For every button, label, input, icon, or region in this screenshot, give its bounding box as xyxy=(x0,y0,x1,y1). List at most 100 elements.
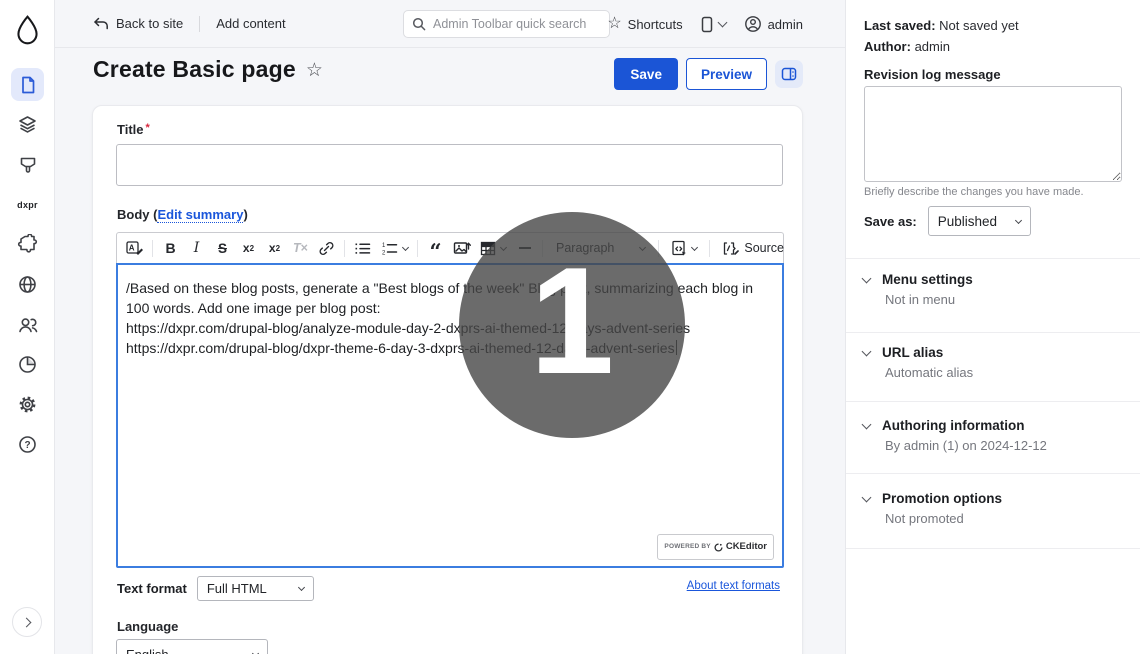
sidebar-item-content[interactable] xyxy=(11,68,44,101)
body-text-line: https://dxpr.com/drupal-blog/dxpr-theme-… xyxy=(126,338,774,358)
search-input[interactable] xyxy=(433,17,601,31)
panel-divider xyxy=(846,401,1140,402)
back-to-site-link[interactable]: Back to site xyxy=(93,16,183,31)
ckeditor-editable-area[interactable]: /Based on these blog posts, generate a "… xyxy=(116,263,784,568)
bulleted-list-icon[interactable] xyxy=(350,236,375,261)
table-icon[interactable] xyxy=(475,236,511,261)
section-url-alias[interactable]: URL alias xyxy=(863,345,943,360)
save-as-value: Published xyxy=(938,214,997,229)
sidebar-item-appearance[interactable] xyxy=(11,148,44,181)
gear-icon xyxy=(17,394,38,415)
chevron-down-icon xyxy=(252,649,259,654)
revision-log-textarea[interactable] xyxy=(864,86,1122,182)
chevron-down-icon xyxy=(691,243,698,250)
paintbrush-icon xyxy=(18,155,38,175)
user-name-label: admin xyxy=(768,17,803,32)
title-field-label: Title* xyxy=(117,122,150,137)
panel-divider xyxy=(846,473,1140,474)
bold-icon[interactable]: B xyxy=(158,236,183,261)
source-button[interactable]: Source xyxy=(715,236,791,261)
dxpr-logo: dxpr xyxy=(17,195,38,215)
image-upload-icon[interactable] xyxy=(449,236,474,261)
sidebar-item-dxpr[interactable]: dxpr xyxy=(11,188,44,221)
sidebar-item-help[interactable]: ? xyxy=(11,428,44,461)
sidebar-item-reports[interactable] xyxy=(11,348,44,381)
body-text-line: 100 words. Add one image per blog post: xyxy=(126,298,774,318)
source-code-icon xyxy=(722,241,739,256)
save-as-label: Save as: xyxy=(864,214,917,229)
sidebar-item-globe[interactable] xyxy=(11,268,44,301)
toolbar-separator xyxy=(658,240,659,257)
text-format-value: Full HTML xyxy=(207,581,267,596)
section-authoring-information[interactable]: Authoring information xyxy=(863,418,1024,433)
last-saved-line: Last saved: Not saved yet xyxy=(864,18,1019,33)
sidebar-item-configuration[interactable] xyxy=(11,388,44,421)
pie-chart-icon xyxy=(17,354,38,375)
bookmark-star-icon[interactable]: ☆ xyxy=(306,61,323,80)
sidebar-toggle-button[interactable] xyxy=(775,60,803,88)
ckeditor-toolbar: A B I S x2 x2 T× xyxy=(116,232,784,263)
toolbar-right-cluster: ☆ Shortcuts admin xyxy=(607,0,803,48)
device-preview-button[interactable] xyxy=(701,16,726,33)
main-column: Back to site Add content ☆ Shortcuts xyxy=(55,0,845,654)
about-text-formats-link[interactable]: About text formats xyxy=(687,580,780,592)
admin-toolbar: Back to site Add content ☆ Shortcuts xyxy=(55,0,845,48)
chevron-down-icon xyxy=(1015,216,1022,223)
template-icon[interactable] xyxy=(664,236,704,261)
section-authoring-information-summary: By admin (1) on 2024-12-12 xyxy=(885,438,1047,453)
powered-by-label: POWERED BY xyxy=(664,537,710,557)
action-buttons: Save Preview xyxy=(614,58,803,90)
section-promotion-options[interactable]: Promotion options xyxy=(863,491,1002,506)
strikethrough-icon[interactable]: S xyxy=(210,236,235,261)
horizontal-line-icon[interactable] xyxy=(512,236,537,261)
sidebar-item-structure[interactable] xyxy=(11,108,44,141)
subscript-icon[interactable]: x2 xyxy=(262,236,287,261)
add-content-link[interactable]: Add content xyxy=(216,16,285,31)
shortcuts-button[interactable]: ☆ Shortcuts xyxy=(607,16,682,32)
ai-writer-icon[interactable]: A xyxy=(122,236,147,261)
node-form-card: Title* Body (Edit summary) A B I S x2 x2 xyxy=(92,105,803,654)
paragraph-dropdown[interactable]: Paragraph xyxy=(548,236,653,261)
sidebar-item-extend[interactable] xyxy=(11,228,44,261)
body-text-line: https://dxpr.com/drupal-blog/analyze-mod… xyxy=(126,318,774,338)
sidebar-item-people[interactable] xyxy=(11,308,44,341)
chevron-down-icon xyxy=(401,243,408,250)
save-as-select[interactable]: Published xyxy=(928,206,1031,236)
edit-summary-link[interactable]: Edit summary xyxy=(157,207,243,223)
source-button-label: Source xyxy=(744,241,784,255)
help-icon: ? xyxy=(17,434,38,455)
chevron-down-icon xyxy=(862,273,872,283)
link-icon[interactable] xyxy=(314,236,339,261)
user-menu[interactable]: admin xyxy=(744,15,803,33)
numbered-list-icon[interactable]: 12 xyxy=(376,236,412,261)
body-text-line: /Based on these blog posts, generate a "… xyxy=(126,278,774,298)
section-menu-settings[interactable]: Menu settings xyxy=(863,272,973,287)
language-select[interactable]: English xyxy=(116,639,268,654)
drupal-logo-icon[interactable] xyxy=(13,14,42,46)
section-url-alias-summary: Automatic alias xyxy=(885,365,973,380)
text-cursor xyxy=(676,340,678,355)
text-format-select[interactable]: Full HTML xyxy=(197,576,314,601)
layers-icon xyxy=(17,114,38,135)
italic-icon[interactable]: I xyxy=(184,236,209,261)
block-quote-icon[interactable]: “ xyxy=(423,236,448,261)
quick-search-box[interactable] xyxy=(403,10,610,38)
body-field-label: Body (Edit summary) xyxy=(117,207,248,222)
content-file-icon xyxy=(18,75,38,95)
superscript-icon[interactable]: x2 xyxy=(236,236,261,261)
save-button[interactable]: Save xyxy=(614,58,678,90)
panel-divider xyxy=(846,258,1140,259)
chevron-down-icon xyxy=(862,419,872,429)
preview-button[interactable]: Preview xyxy=(686,58,767,90)
title-input[interactable] xyxy=(116,144,783,186)
chevron-down-icon xyxy=(298,584,305,591)
chevron-down-icon xyxy=(717,18,727,28)
svg-text:2: 2 xyxy=(382,250,386,256)
section-promotion-options-summary: Not promoted xyxy=(885,511,964,526)
left-icon-rail: dxpr ? xyxy=(0,0,55,654)
remove-format-icon[interactable]: T× xyxy=(288,236,313,261)
sidebar-expand-button[interactable] xyxy=(12,607,42,637)
svg-text:?: ? xyxy=(24,440,30,451)
drupal-create-page-screen: dxpr ? xyxy=(0,0,1140,654)
save-as-row: Save as: Published xyxy=(864,206,1031,236)
